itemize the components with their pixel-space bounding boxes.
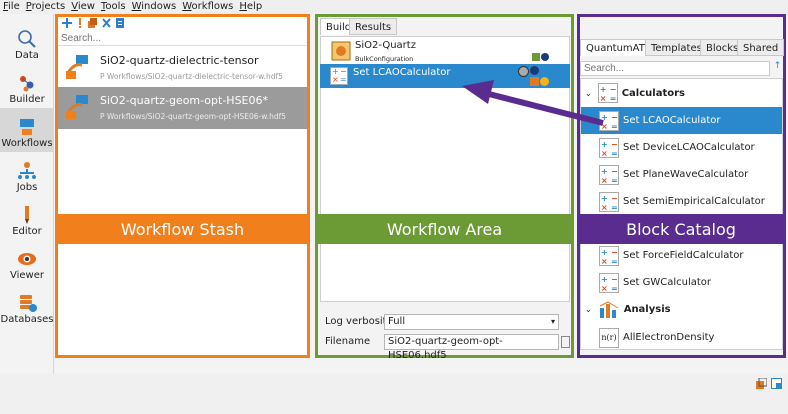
- drag-arrow: [462, 80, 604, 126]
- status-bar: [0, 374, 788, 414]
- windows-icon[interactable]: [756, 378, 767, 389]
- maximize-icon[interactable]: [771, 378, 782, 389]
